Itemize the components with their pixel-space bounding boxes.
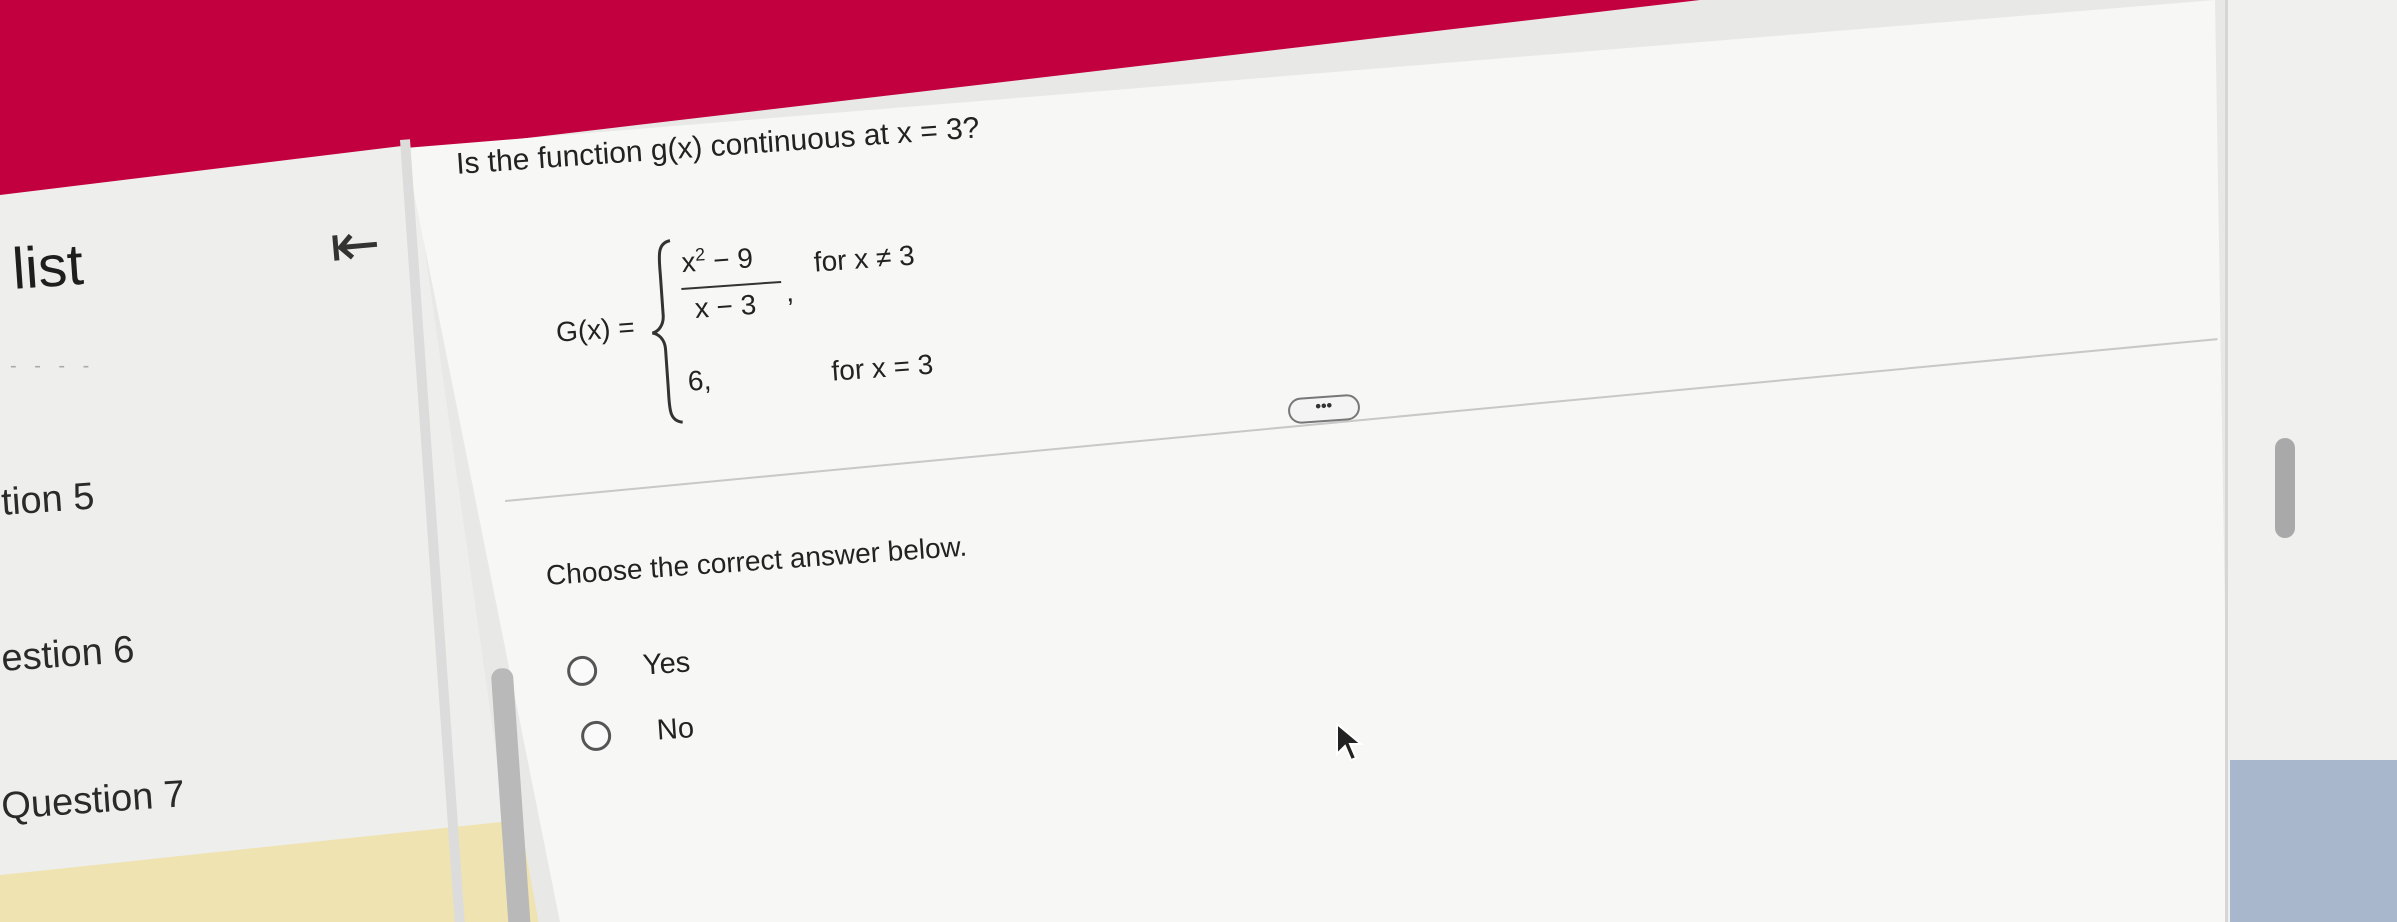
radio-no[interactable] [580, 719, 613, 752]
sidebar-title: list [10, 232, 86, 302]
sidebar-divider: - - - - [10, 355, 96, 377]
radio-yes[interactable] [566, 654, 599, 687]
fraction-bar [681, 280, 782, 290]
main-scrollbar[interactable] [2275, 438, 2295, 538]
option-no-label: No [655, 712, 696, 747]
expand-more-button[interactable]: ••• [1287, 393, 1361, 425]
sidebar-item-question-5[interactable]: tion 5 [0, 476, 96, 525]
case1-condition: for x ≠ 3 [812, 239, 916, 278]
option-yes-label: Yes [641, 646, 692, 682]
case2-value: 6, [686, 364, 713, 397]
mouse-pointer-icon [1336, 722, 1363, 762]
fraction-denominator: x − 3 [693, 288, 758, 325]
fraction-numerator: x2 − 9 [680, 242, 754, 279]
piecewise-function: G(x) = x2 − 9 x − 3 , for x ≠ 3 6, for x… [550, 216, 982, 435]
right-panel-block [2230, 760, 2397, 922]
case1-comma: , [784, 276, 795, 308]
case2-condition: for x = 3 [830, 348, 935, 387]
function-lhs: G(x) = [555, 311, 636, 348]
collapse-sidebar-icon[interactable]: ⇤ [327, 208, 383, 282]
